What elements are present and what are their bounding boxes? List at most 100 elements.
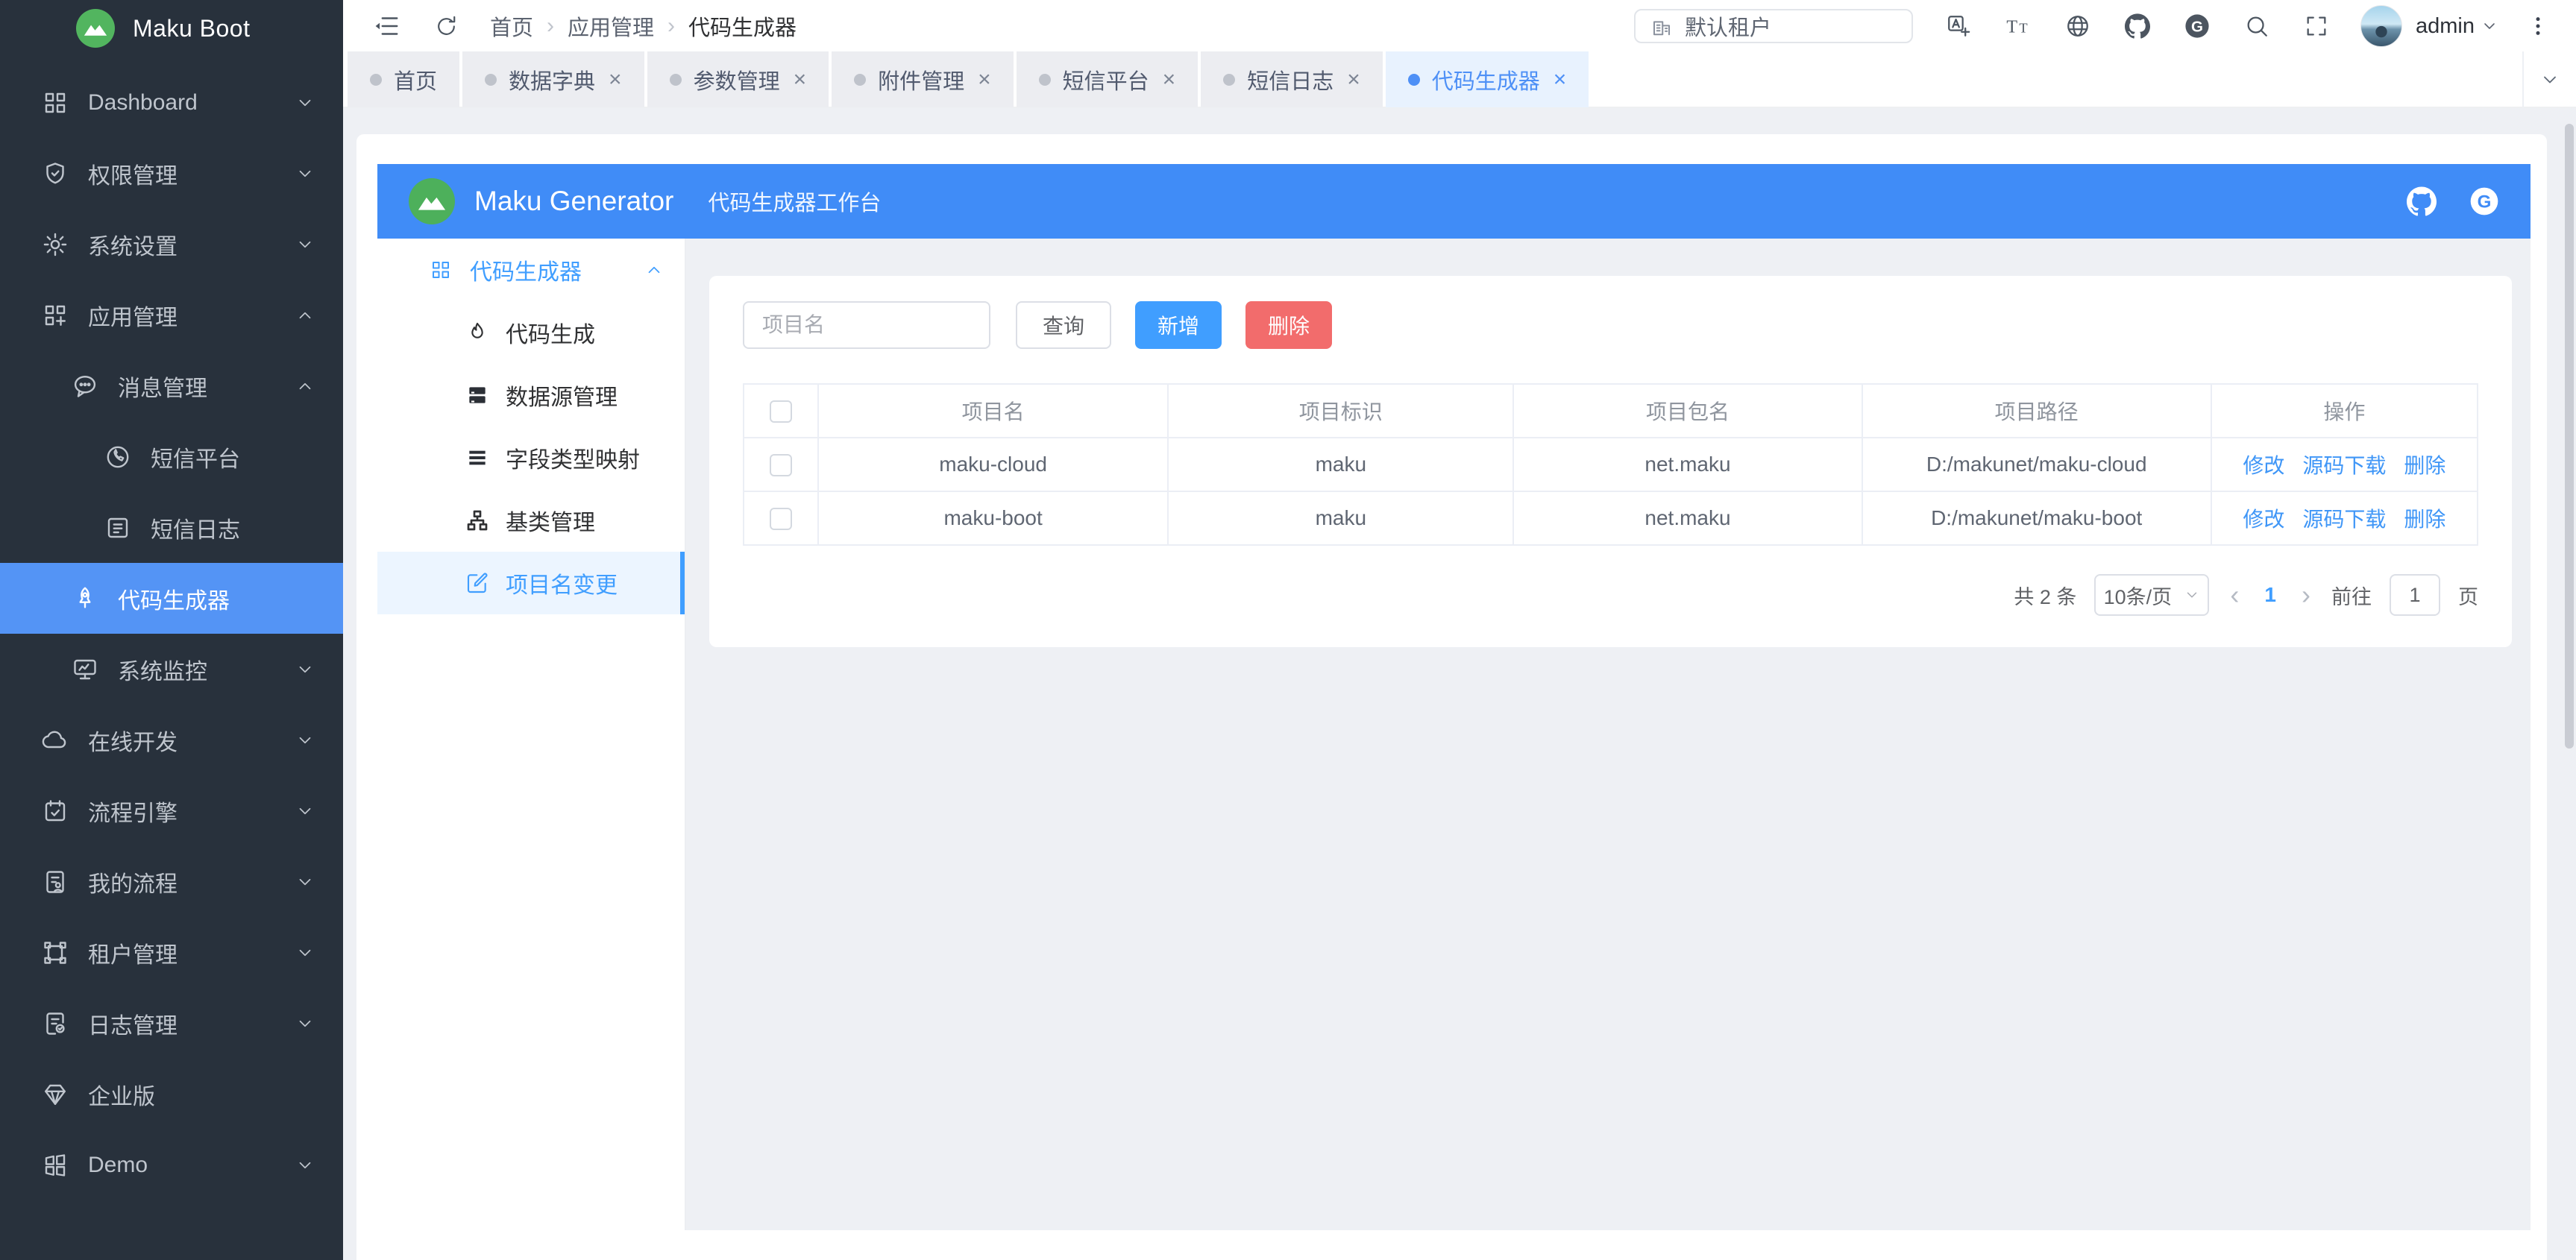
search-icon[interactable] <box>2244 13 2269 39</box>
tab-home[interactable]: 首页 <box>348 51 459 107</box>
user-name[interactable]: admin <box>2416 14 2475 39</box>
sidebar-item-code-generator[interactable]: 代码生成器 <box>0 563 343 634</box>
sidebar-item-dashboard[interactable]: Dashboard <box>0 67 343 138</box>
edit-link[interactable]: 修改 <box>2243 454 2284 477</box>
sidebar-item-workflow-engine[interactable]: 流程引擎 <box>0 775 343 846</box>
sidebar-item-label: Dashboard <box>88 90 198 116</box>
sidebar-item-app-management[interactable]: 应用管理 <box>0 280 343 350</box>
generator-menu-project-rename[interactable]: 项目名变更 <box>377 552 685 614</box>
generator-main: 查询 新增 删除 项目名 项目标识 <box>686 239 2531 1230</box>
sidebar-item-system-monitor[interactable]: 系统监控 <box>0 634 343 705</box>
generator-menu-datasource[interactable]: 数据源管理 <box>377 364 685 426</box>
edit-link[interactable]: 修改 <box>2243 508 2284 531</box>
next-page-button[interactable]: › <box>2299 582 2313 608</box>
github-icon[interactable] <box>2125 13 2150 39</box>
chevron-down-icon[interactable] <box>2481 17 2498 35</box>
sidebar-item-tenant-management[interactable]: 租户管理 <box>0 917 343 988</box>
tab-label: 参数管理 <box>694 64 780 95</box>
generator-menu-group[interactable]: 代码生成器 <box>377 239 685 301</box>
sidebar-item-permission[interactable]: 权限管理 <box>0 138 343 209</box>
menu-item-label: 基类管理 <box>506 504 595 537</box>
close-icon[interactable]: × <box>978 69 991 91</box>
breadcrumb-home[interactable]: 首页 <box>490 10 533 42</box>
tab-parameter-management[interactable]: 参数管理 × <box>647 51 829 107</box>
sidebar-item-label: 权限管理 <box>88 157 178 190</box>
chevron-down-icon <box>295 872 315 892</box>
tab-attachment-management[interactable]: 附件管理 × <box>832 51 1014 107</box>
generator-menu-base-class[interactable]: 基类管理 <box>377 489 685 552</box>
sidebar-item-enterprise[interactable]: 企业版 <box>0 1059 343 1130</box>
tenant-select[interactable]: 默认租户 <box>1634 9 1913 43</box>
document-user-icon <box>42 869 69 895</box>
translate-icon[interactable] <box>1946 13 1971 39</box>
delete-link[interactable]: 删除 <box>2404 508 2445 531</box>
goto-page-input[interactable] <box>2390 574 2440 616</box>
page-scrollbar[interactable] <box>2565 124 2574 749</box>
sidebar-item-online-dev[interactable]: 在线开发 <box>0 705 343 775</box>
cell-project-path: D:/makunet/maku-cloud <box>1862 438 2211 491</box>
page-size-select[interactable]: 10条/页 <box>2094 574 2209 616</box>
tabs-more-dropdown[interactable] <box>2522 51 2576 107</box>
generator-menu-field-type-mapping[interactable]: 字段类型映射 <box>377 426 685 489</box>
sidebar-item-system-settings[interactable]: 系统设置 <box>0 209 343 280</box>
chevron-down-icon <box>2184 587 2200 603</box>
source-download-link[interactable]: 源码下载 <box>2302 508 2386 531</box>
github-icon[interactable] <box>2407 186 2437 216</box>
row-checkbox[interactable] <box>770 454 792 476</box>
query-button[interactable]: 查询 <box>1016 301 1111 349</box>
sidebar-item-sms-platform[interactable]: 短信平台 <box>0 421 343 492</box>
cell-project-name: maku-cloud <box>818 438 1168 491</box>
prev-page-button[interactable]: ‹ <box>2227 582 2242 608</box>
gitee-icon[interactable]: G <box>2184 13 2210 39</box>
close-icon[interactable]: × <box>1347 69 1360 91</box>
refresh-icon[interactable] <box>434 14 459 39</box>
tab-sms-log[interactable]: 短信日志 × <box>1201 51 1383 107</box>
sidebar-item-label: 消息管理 <box>118 370 207 403</box>
current-page[interactable]: 1 <box>2260 583 2281 607</box>
avatar[interactable] <box>2360 5 2402 47</box>
gear-icon <box>42 231 69 258</box>
tab-code-generator[interactable]: 代码生成器 × <box>1386 51 1589 107</box>
kebab-menu-icon[interactable] <box>2527 15 2549 37</box>
sidebar-item-message-management[interactable]: 消息管理 <box>0 350 343 421</box>
chevron-up-icon <box>295 306 315 325</box>
page-unit-label: 页 <box>2458 581 2478 610</box>
row-checkbox[interactable] <box>770 508 792 530</box>
app-logo[interactable]: Maku Boot <box>0 0 343 57</box>
sidebar-item-sms-log[interactable]: 短信日志 <box>0 492 343 563</box>
maku-generator-logo-icon <box>409 178 455 224</box>
delete-button[interactable]: 删除 <box>1245 301 1332 349</box>
menu-fold-icon[interactable] <box>373 13 400 40</box>
chevron-down-icon <box>2539 69 2560 90</box>
close-icon[interactable]: × <box>1554 69 1567 91</box>
sidebar-item-label: 租户管理 <box>88 936 178 969</box>
table-row: maku-cloud maku net.maku D:/makunet/maku… <box>744 438 2478 491</box>
tab-dot <box>1039 74 1051 86</box>
breadcrumb-app-management[interactable]: 应用管理 <box>568 10 654 42</box>
select-all-checkbox[interactable] <box>770 400 792 423</box>
tab-data-dictionary[interactable]: 数据字典 × <box>462 51 644 107</box>
tab-dot <box>370 74 382 86</box>
sidebar-item-demo[interactable]: Demo <box>0 1130 343 1200</box>
add-button[interactable]: 新增 <box>1135 301 1222 349</box>
generator-menu-code-generation[interactable]: 代码生成 <box>377 301 685 364</box>
close-icon[interactable]: × <box>609 69 622 91</box>
bars-icon <box>465 446 489 470</box>
sidebar-item-my-workflow[interactable]: 我的流程 <box>0 846 343 917</box>
col-project-path: 项目路径 <box>1862 384 2211 438</box>
gitee-icon[interactable]: G <box>2469 186 2499 216</box>
delete-link[interactable]: 删除 <box>2404 454 2445 477</box>
close-icon[interactable]: × <box>1163 69 1176 91</box>
app-title: Maku Boot <box>133 15 250 42</box>
svg-text:G: G <box>2478 192 2492 212</box>
edit-icon <box>465 571 489 595</box>
sidebar-item-log-management[interactable]: 日志管理 <box>0 988 343 1059</box>
source-download-link[interactable]: 源码下载 <box>2302 454 2386 477</box>
flame-icon <box>465 321 489 344</box>
tab-sms-platform[interactable]: 短信平台 × <box>1017 51 1199 107</box>
close-icon[interactable]: × <box>794 69 807 91</box>
project-name-input[interactable] <box>743 301 990 349</box>
font-size-icon[interactable]: TT <box>2005 13 2031 39</box>
fullscreen-icon[interactable] <box>2304 13 2329 39</box>
globe-icon[interactable] <box>2065 13 2090 39</box>
